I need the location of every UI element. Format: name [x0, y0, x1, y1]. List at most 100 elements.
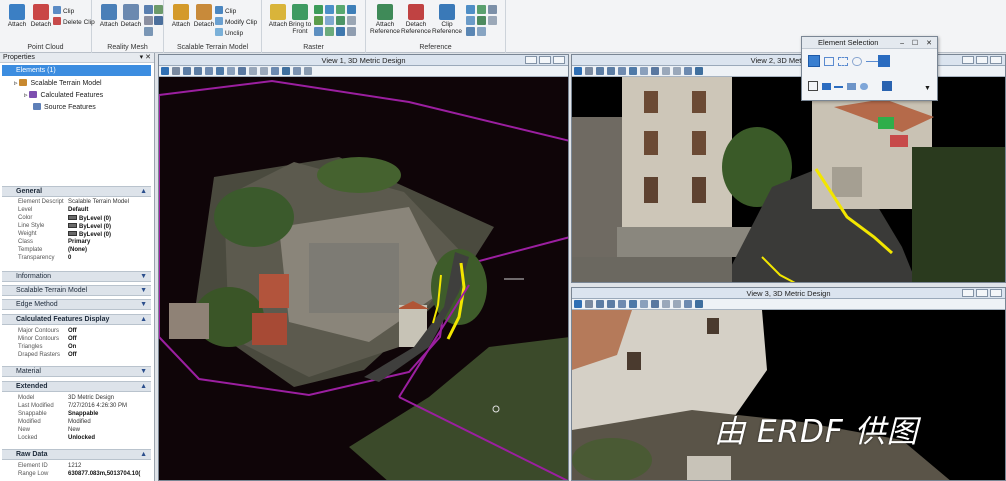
property-row[interactable]: Weight ByLevel (0) [18, 231, 148, 238]
view-attributes-icon[interactable] [573, 67, 582, 75]
section-raw-data-header[interactable]: Raw Data ▲ [2, 449, 151, 460]
view-3[interactable]: View 3, 3D Metric Design [571, 287, 1006, 481]
reality-mesh-detach-button[interactable]: Detach [116, 4, 146, 38]
property-row[interactable]: Color ByLevel (0) [18, 215, 148, 222]
window-area-icon[interactable] [617, 300, 626, 308]
view-2-canvas[interactable] [572, 77, 1005, 282]
raster-tool-icon[interactable] [336, 16, 345, 25]
property-row[interactable]: Class Primary [18, 239, 148, 246]
element-selection-title-bar[interactable]: Element Selection – ☐ ✕ [802, 37, 937, 49]
selection-mode-subtract-icon[interactable] [834, 86, 843, 88]
reference-tool-icon[interactable] [477, 16, 486, 25]
selection-cursor-icon[interactable] [882, 81, 892, 91]
view-attributes-icon[interactable] [160, 67, 169, 75]
pan-view-icon[interactable] [650, 300, 659, 308]
window-controls-icon[interactable]: – ☐ ✕ [900, 38, 935, 50]
clip-volume-icon[interactable] [281, 67, 290, 75]
selection-mode-clear-icon[interactable] [860, 83, 868, 90]
rotate-view-icon[interactable] [639, 300, 648, 308]
point-cloud-clip-button[interactable]: Clip [53, 6, 74, 15]
zoom-out-icon[interactable] [606, 67, 615, 75]
selection-method-crossing-icon[interactable] [866, 61, 878, 62]
terrain-clip-button[interactable]: Clip [215, 6, 236, 15]
select-all-icon[interactable] [878, 55, 890, 67]
view-previous-icon[interactable] [661, 67, 670, 75]
camera-icon[interactable] [270, 67, 279, 75]
reference-tool-icon[interactable] [488, 5, 497, 14]
property-row[interactable]: Draped Rasters Off [18, 352, 148, 359]
raster-tool-icon[interactable] [314, 27, 323, 36]
mesh-tool-icon[interactable] [144, 27, 153, 36]
view-2[interactable]: View 2, 3D Metric Desi [571, 54, 1006, 283]
reference-tool-icon[interactable] [488, 16, 497, 25]
clip-volume-icon[interactable] [694, 300, 703, 308]
window-area-icon[interactable] [617, 67, 626, 75]
property-row[interactable]: Minor Contours Off [18, 336, 148, 343]
view-3-canvas[interactable] [572, 310, 1005, 480]
raster-tool-icon[interactable] [347, 16, 356, 25]
view-1-canvas[interactable] [159, 77, 568, 480]
display-style-icon[interactable] [171, 67, 180, 75]
view-rotation-icon[interactable] [303, 67, 312, 75]
point-cloud-detach-button[interactable]: Detach [26, 4, 56, 38]
display-style-icon[interactable] [584, 67, 593, 75]
zoom-out-icon[interactable] [606, 300, 615, 308]
display-style-icon[interactable] [584, 300, 593, 308]
mesh-tool-icon[interactable] [154, 16, 163, 25]
section-calculated-features-header[interactable]: Calculated Features Display ▲ [2, 314, 151, 325]
clip-reference-button[interactable]: Clip Reference [430, 4, 464, 38]
fit-view-icon[interactable] [628, 67, 637, 75]
section-information-header[interactable]: Information ▼ [2, 271, 151, 282]
pan-view-icon[interactable] [237, 67, 246, 75]
mesh-tool-icon[interactable] [144, 5, 153, 14]
mesh-tool-icon[interactable] [144, 16, 153, 25]
view-previous-icon[interactable] [248, 67, 257, 75]
section-material-header[interactable]: Material ▼ [2, 366, 151, 377]
reference-tool-icon[interactable] [466, 27, 475, 36]
detach-reference-button[interactable]: Detach Reference [399, 4, 433, 38]
section-extended-header[interactable]: Extended ▲ [2, 381, 151, 392]
attach-reference-button[interactable]: Attach Reference [368, 4, 402, 38]
raster-tool-icon[interactable] [314, 16, 323, 25]
selection-mode-new-icon[interactable] [808, 81, 818, 91]
view-1[interactable]: View 1, 3D Metric Design [158, 54, 569, 481]
property-row[interactable]: Line Style ByLevel (0) [18, 223, 148, 230]
tree-item-source-features[interactable]: Source Features [33, 103, 96, 111]
raster-tool-icon[interactable] [336, 27, 345, 36]
raster-tool-icon[interactable] [347, 27, 356, 36]
view-attributes-icon[interactable] [573, 300, 582, 308]
rotate-view-icon[interactable] [639, 67, 648, 75]
property-row[interactable]: Template (None) [18, 247, 148, 254]
bring-to-front-button[interactable]: Bring to Front [285, 4, 315, 38]
selection-method-individual-icon[interactable] [808, 55, 820, 67]
tree-item-scalable-terrain-model[interactable]: ▹ Scalable Terrain Model [14, 79, 102, 87]
selection-method-line-icon[interactable] [852, 57, 862, 66]
reference-tool-icon[interactable] [477, 27, 486, 36]
tree-item-calculated-features[interactable]: ▹ Calculated Features [24, 91, 103, 99]
raster-tool-icon[interactable] [336, 5, 345, 14]
camera-icon[interactable] [683, 300, 692, 308]
view-next-icon[interactable] [672, 67, 681, 75]
zoom-in-icon[interactable] [595, 67, 604, 75]
property-row[interactable]: Locked Unlocked [18, 435, 148, 442]
zoom-in-icon[interactable] [182, 67, 191, 75]
section-edge-method-header[interactable]: Edge Method ▼ [2, 299, 151, 310]
clip-volume-icon[interactable] [694, 67, 703, 75]
zoom-in-icon[interactable] [595, 300, 604, 308]
section-general-header[interactable]: General ▲ [2, 186, 151, 197]
raster-tool-icon[interactable] [325, 5, 334, 14]
walk-icon[interactable] [292, 67, 301, 75]
view-previous-icon[interactable] [661, 300, 670, 308]
property-row[interactable]: Snappable Snappable [18, 411, 148, 418]
rotate-view-icon[interactable] [226, 67, 235, 75]
selection-mode-invert-icon[interactable] [847, 83, 856, 90]
reference-tool-icon[interactable] [466, 16, 475, 25]
point-cloud-delete-clip-button[interactable]: Delete Clip [53, 17, 95, 26]
reference-tool-icon[interactable] [466, 5, 475, 14]
section-scalable-terrain-model-header[interactable]: Scalable Terrain Model ▼ [2, 285, 151, 296]
terrain-unclip-button[interactable]: Unclip [215, 28, 243, 37]
raster-tool-icon[interactable] [325, 16, 334, 25]
raster-tool-icon[interactable] [314, 5, 323, 14]
property-row[interactable]: Major Contours Off [18, 328, 148, 335]
selection-mode-add-icon[interactable] [822, 83, 831, 90]
